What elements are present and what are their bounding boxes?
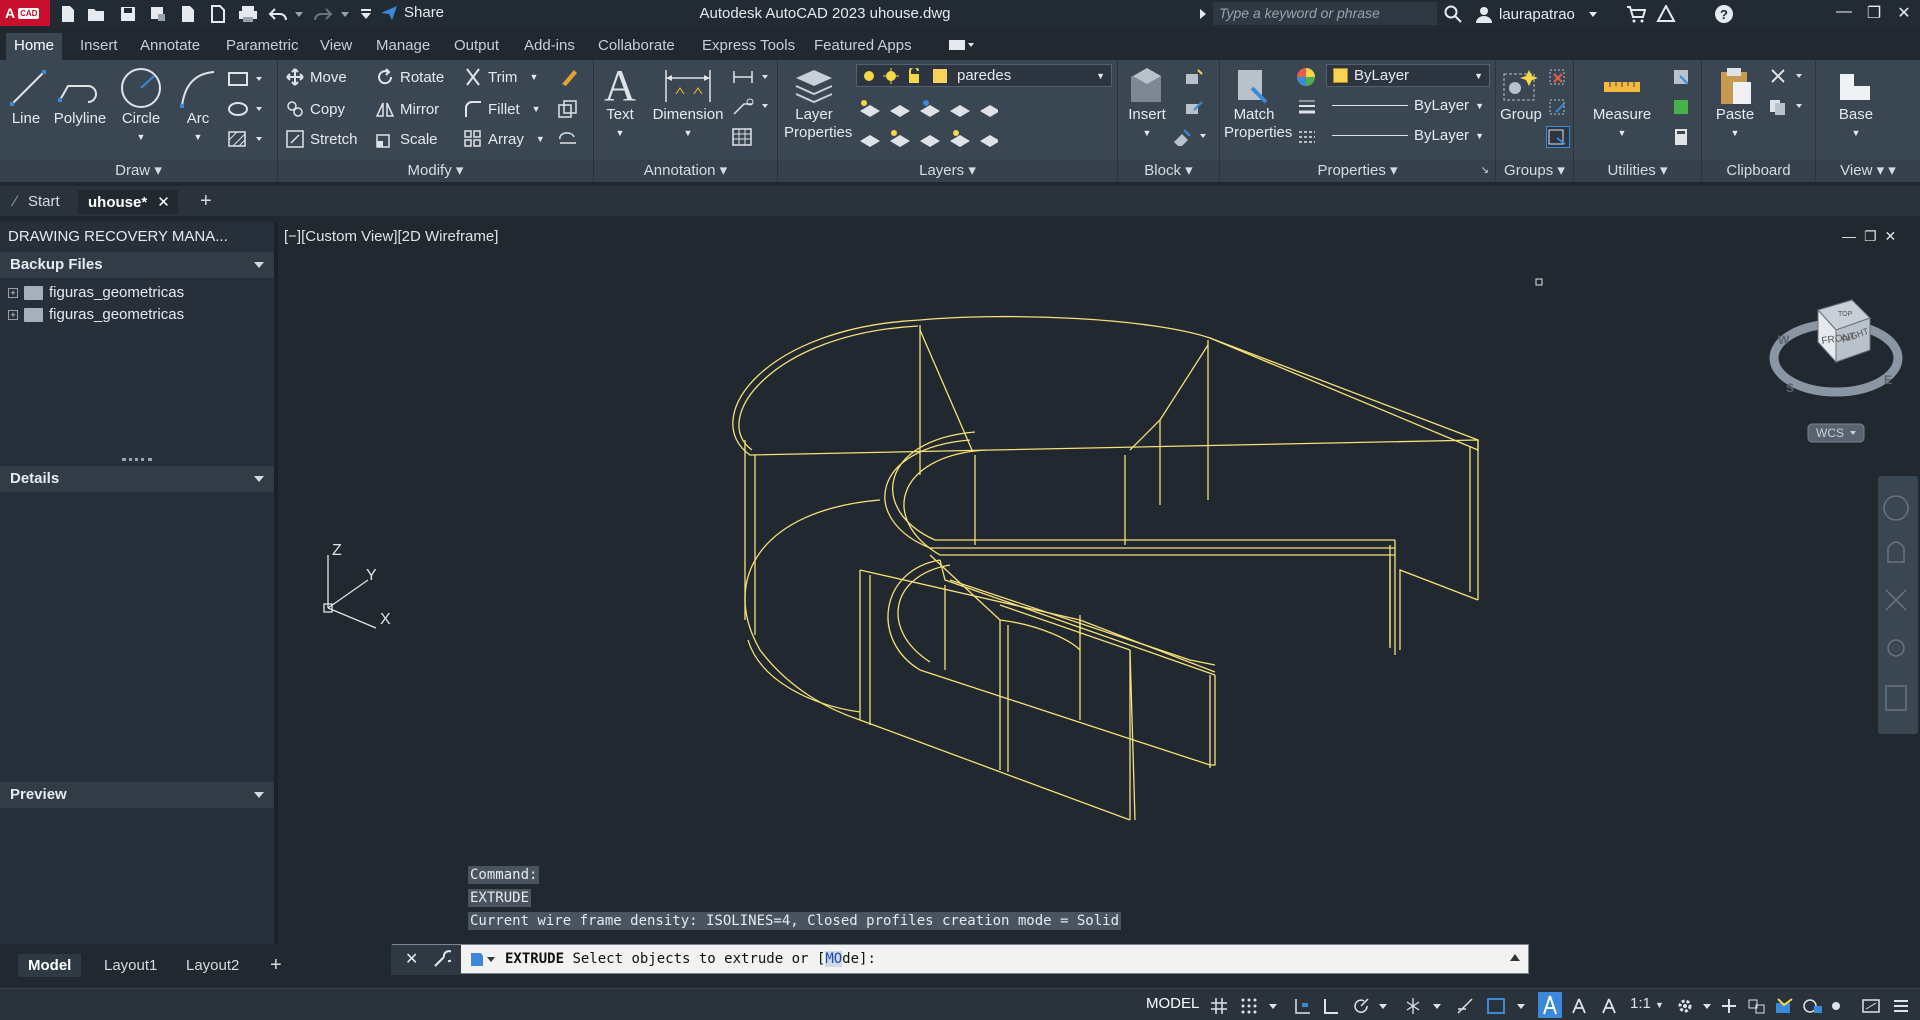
ucs-icon bbox=[323, 555, 377, 629]
isolate-objects-icon[interactable] bbox=[1830, 997, 1842, 1015]
ucs-y-label: Y bbox=[366, 567, 377, 584]
svg-text:E: E bbox=[1884, 373, 1892, 387]
quick-properties-icon[interactable] bbox=[1774, 997, 1796, 1015]
object-snap-icon[interactable] bbox=[1486, 997, 1508, 1015]
tab-layout2[interactable]: Layout2 bbox=[176, 954, 249, 977]
ucs-x-label: X bbox=[380, 611, 391, 628]
model-space-button[interactable]: MODEL bbox=[1146, 995, 1199, 1012]
ucs-z-label: Z bbox=[332, 542, 342, 559]
status-bar: MODEL 1:1 ▼ bbox=[0, 988, 1920, 1020]
isodraft-dropdown-icon[interactable] bbox=[1432, 997, 1442, 1015]
layout-tabs: Model Layout1 Layout2 + bbox=[0, 952, 390, 982]
snap-dropdown-icon[interactable] bbox=[1268, 997, 1278, 1015]
grid-icon[interactable] bbox=[1210, 997, 1228, 1015]
annotation-monitor-icon[interactable] bbox=[1720, 997, 1738, 1015]
new-layout-button[interactable]: + bbox=[260, 954, 292, 980]
snap-icon[interactable] bbox=[1240, 997, 1258, 1015]
polar-dropdown-icon[interactable] bbox=[1378, 997, 1388, 1015]
command-history: Command: EXTRUDE Current wire frame dens… bbox=[468, 866, 1122, 930]
command-prompt: EXTRUDE Select objects to extrude or [MO… bbox=[505, 951, 876, 967]
wcs-label: WCS bbox=[1816, 426, 1844, 440]
viewcube[interactable]: FRONT RIGHT TOP W S E bbox=[1769, 299, 1903, 397]
ortho-icon[interactable] bbox=[1322, 997, 1340, 1015]
object-snap-dropdown-icon[interactable] bbox=[1516, 997, 1526, 1015]
workspace-gear-icon[interactable] bbox=[1676, 997, 1694, 1015]
close-command-icon[interactable]: ✕ bbox=[405, 949, 418, 969]
customize-menu-icon[interactable] bbox=[1892, 997, 1910, 1015]
object-snap-tracking-icon[interactable] bbox=[1456, 997, 1474, 1015]
customize-icon[interactable] bbox=[433, 950, 451, 968]
workspace-dropdown-icon[interactable] bbox=[1702, 997, 1712, 1015]
navigation-bar bbox=[1878, 476, 1918, 734]
svg-text:W: W bbox=[1778, 333, 1790, 347]
command-history-toggle-icon[interactable] bbox=[1510, 953, 1520, 961]
annotation-scale-dropdown[interactable]: 1:1 ▼ bbox=[1630, 995, 1664, 1012]
infer-constraints-icon[interactable] bbox=[1294, 997, 1312, 1015]
tab-layout1[interactable]: Layout1 bbox=[94, 954, 167, 977]
svg-text:S: S bbox=[1786, 381, 1794, 395]
tab-model[interactable]: Model bbox=[18, 954, 82, 977]
annotation-scale-icon[interactable] bbox=[1600, 997, 1618, 1015]
auto-scale-icon[interactable] bbox=[1570, 997, 1588, 1015]
annotation-visibility-icon[interactable] bbox=[1538, 992, 1562, 1018]
polar-icon[interactable] bbox=[1352, 997, 1370, 1015]
command-line[interactable]: ✕ EXTRUDE Select objects to extrude or [… bbox=[391, 944, 1529, 975]
units-icon[interactable] bbox=[1748, 997, 1766, 1015]
svg-text:TOP: TOP bbox=[1838, 311, 1853, 318]
isodraft-icon[interactable] bbox=[1404, 997, 1422, 1015]
lock-ui-icon[interactable] bbox=[1802, 997, 1824, 1015]
uhouse-wireframe bbox=[732, 315, 1479, 821]
cursor-pickbox bbox=[1535, 278, 1543, 286]
clean-screen-icon[interactable] bbox=[1862, 997, 1880, 1015]
command-icon[interactable] bbox=[469, 950, 499, 968]
command-option-mode[interactable]: MO bbox=[825, 951, 843, 967]
